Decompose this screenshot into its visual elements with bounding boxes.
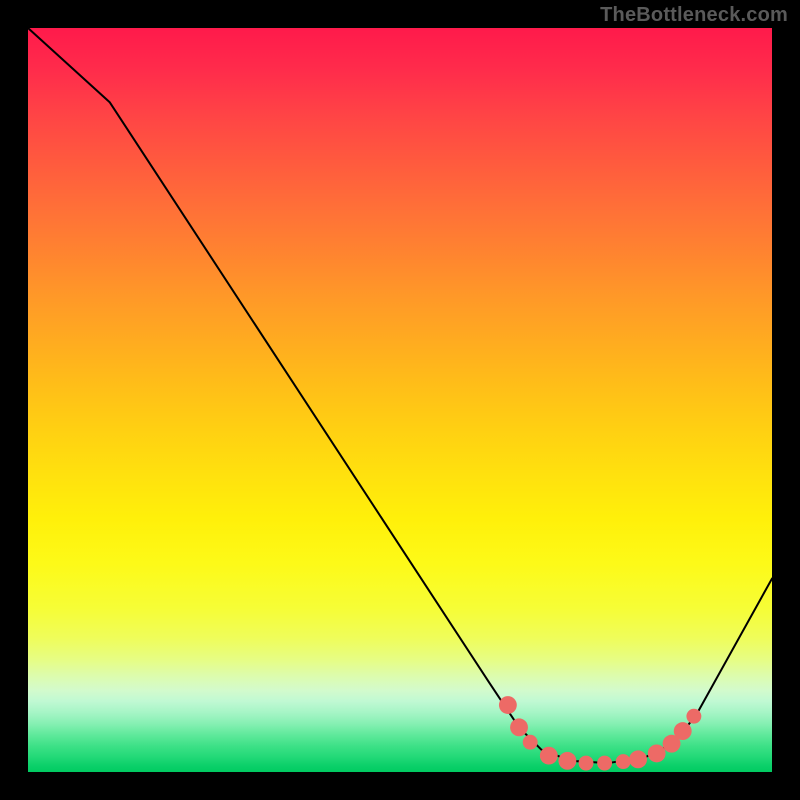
- curve-dot: [499, 696, 517, 714]
- chart-svg: [28, 28, 772, 772]
- watermark-text: TheBottleneck.com: [600, 4, 788, 27]
- curve-dot: [597, 756, 612, 771]
- curve-dot: [558, 752, 576, 770]
- bottleneck-curve: [28, 28, 772, 763]
- curve-dot: [629, 750, 647, 768]
- curve-dots: [499, 696, 701, 770]
- curve-dot: [510, 718, 528, 736]
- chart-stage: TheBottleneck.com: [0, 0, 800, 800]
- plot-area: [28, 28, 772, 772]
- curve-dot: [674, 722, 692, 740]
- curve-dot: [686, 709, 701, 724]
- curve-dot: [523, 735, 538, 750]
- curve-dot: [579, 756, 594, 771]
- curve-dot: [540, 747, 558, 765]
- curve-dot: [648, 744, 666, 762]
- curve-dot: [616, 754, 631, 769]
